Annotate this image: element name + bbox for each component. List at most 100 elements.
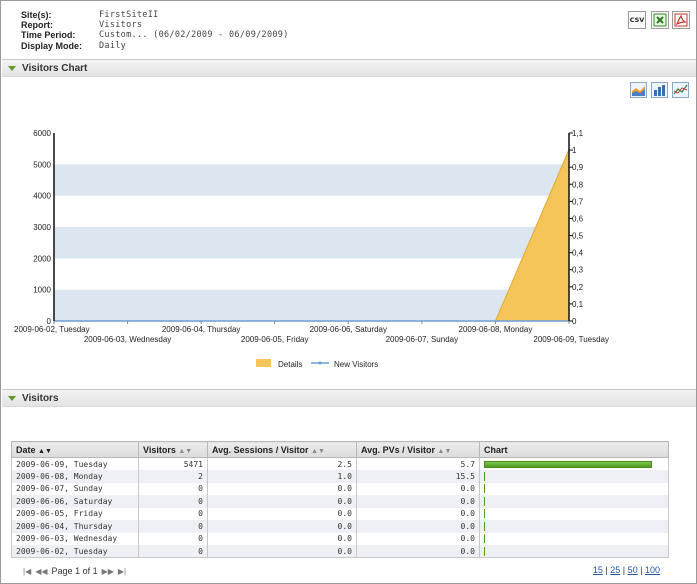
avg-sessions-cell: 1.0 — [207, 470, 357, 483]
date-cell: 2009-06-06, Saturday — [11, 495, 139, 508]
date-cell: 2009-06-05, Friday — [11, 507, 139, 520]
pdf-export-button[interactable] — [672, 11, 690, 29]
visitors-table: Date ▲▼ Visitors ▲▼ Avg. Sessions / Visi… — [11, 441, 669, 558]
report-info: Site(s): FirstSiteII Report: Visitors Time… — [21, 10, 289, 51]
visitors-cell: 0 — [138, 545, 208, 558]
excel-icon — [653, 13, 667, 27]
table-row: 2009-06-07, Sunday 0 0.0 0.0 — [11, 482, 669, 495]
chart-cell — [479, 520, 669, 533]
last-page-icon[interactable]: ▶| — [118, 567, 126, 576]
table-row: 2009-06-06, Saturday 0 0.0 0.0 — [11, 495, 669, 508]
report-frame: Site(s): FirstSiteII Report: Visitors Time… — [0, 0, 697, 584]
collapse-triangle-icon[interactable] — [8, 395, 16, 401]
visitors-cell: 0 — [138, 495, 208, 508]
grid-band — [54, 195, 569, 227]
grid-band — [54, 133, 569, 165]
visitors-cell: 0 — [138, 520, 208, 533]
chart-cell — [479, 495, 669, 508]
date-cell: 2009-06-04, Thursday — [11, 520, 139, 533]
date-cell: 2009-06-02, Tuesday — [11, 545, 139, 558]
avg-sessions-cell: 0.0 — [207, 507, 357, 520]
visitors-bar — [484, 521, 485, 531]
left-axis-tick-label: 6000 — [33, 129, 51, 138]
report-label: Report: — [21, 20, 53, 31]
avg-pvs-cell: 0.0 — [356, 545, 480, 558]
grid-band — [54, 227, 569, 259]
pdf-icon — [674, 13, 688, 27]
avg-pvs-cell: 0.0 — [356, 495, 480, 508]
visitors-bar — [484, 509, 485, 519]
chart-cell — [479, 532, 669, 545]
visitors-chart-section-header[interactable]: Visitors Chart — [2, 59, 696, 77]
right-axis-tick-label: 0,7 — [572, 197, 584, 206]
area-chart-icon[interactable] — [630, 82, 647, 98]
avg-sessions-cell: 0.0 — [207, 520, 357, 533]
left-axis-tick-label: 1000 — [33, 286, 51, 295]
page-size-100[interactable]: 100 — [645, 565, 660, 575]
avg-sessions-cell: 0.0 — [207, 495, 357, 508]
visitors-cell: 0 — [138, 532, 208, 545]
avg-pvs-cell: 0.0 — [356, 507, 480, 520]
right-axis-tick-label: 0,6 — [572, 214, 584, 223]
table-row: 2009-06-08, Monday 2 1.0 15.5 — [11, 470, 669, 483]
right-axis-tick-label: 0,3 — [572, 266, 584, 275]
chart-cell — [479, 457, 669, 470]
mode-label: Display Mode: — [21, 40, 83, 51]
table-row: 2009-06-03, Wednesday 0 0.0 0.0 — [11, 532, 669, 545]
page-size-50[interactable]: 50 — [628, 565, 638, 575]
avg-pvs-column-header[interactable]: Avg. PVs / Visitor ▲▼ — [356, 441, 480, 458]
site-label: Site(s): — [21, 10, 52, 20]
visitors-table-title: Visitors — [22, 392, 59, 404]
page-size-25[interactable]: 25 — [610, 565, 620, 575]
next-page-icon[interactable]: ▶▶ — [102, 567, 114, 576]
avg-pvs-cell: 5.7 — [356, 457, 480, 470]
table-row: 2009-06-05, Friday 0 0.0 0.0 — [11, 507, 669, 520]
grid-band — [54, 258, 569, 290]
right-axis-tick-label: 0,9 — [572, 163, 584, 172]
table-row: 2009-06-09, Tuesday 5471 2.5 5.7 — [11, 457, 669, 470]
legend-new-visitors-label: New Visitors — [334, 360, 378, 369]
table-row: 2009-06-04, Thursday 0 0.0 0.0 — [11, 520, 669, 533]
prev-page-icon[interactable]: ◀◀ — [35, 567, 47, 576]
page-size-15[interactable]: 15 — [593, 565, 603, 575]
visitors-table-section-header[interactable]: Visitors — [2, 389, 696, 407]
period-label: Time Period: — [21, 30, 76, 41]
site-value: FirstSiteII — [99, 10, 159, 20]
date-column-header[interactable]: Date ▲▼ — [11, 441, 139, 458]
avg-sessions-cell: 0.0 — [207, 532, 357, 545]
pager: |◀ ◀◀ Page 1 of 1 ▶▶ ▶| — [23, 566, 126, 576]
date-cell: 2009-06-07, Sunday — [11, 482, 139, 495]
line-chart-icon[interactable] — [672, 82, 689, 98]
chart-cell — [479, 482, 669, 495]
right-axis-tick-label: 0,2 — [572, 283, 584, 292]
first-page-icon[interactable]: |◀ — [23, 567, 31, 576]
left-axis-tick-label: 5000 — [33, 160, 51, 169]
avg-sessions-column-header[interactable]: Avg. Sessions / Visitor ▲▼ — [207, 441, 357, 458]
report-value: Visitors — [99, 20, 143, 31]
bar-chart-icon[interactable] — [651, 82, 668, 98]
avg-sessions-cell: 0.0 — [207, 482, 357, 495]
right-axis-tick-label: 0 — [572, 317, 577, 326]
page-indicator: Page 1 of 1 — [51, 566, 98, 576]
right-axis-tick-label: 1 — [572, 146, 577, 155]
left-axis-tick-label: 3000 — [33, 223, 51, 232]
x-axis-tick-label: 2009-06-09, Tuesday — [533, 335, 609, 344]
avg-sessions-cell: 0.0 — [207, 545, 357, 558]
avg-pvs-cell: 0.0 — [356, 482, 480, 495]
visitors-bar — [484, 484, 485, 494]
excel-export-button[interactable] — [651, 11, 669, 29]
collapse-triangle-icon[interactable] — [8, 65, 16, 71]
x-axis-tick-label: 2009-06-07, Sunday — [386, 335, 459, 344]
x-axis-tick-label: 2009-06-03, Wednesday — [84, 335, 171, 344]
right-axis-tick-label: 0,1 — [572, 300, 584, 309]
left-axis-tick-label: 2000 — [33, 254, 51, 263]
right-axis-tick-label: 0,4 — [572, 249, 584, 258]
x-axis-tick-label: 2009-06-05, Friday — [241, 335, 309, 344]
csv-export-button[interactable]: CSV — [628, 11, 646, 29]
x-axis-tick-label: 2009-06-04, Thursday — [162, 325, 241, 334]
visitors-column-header[interactable]: Visitors ▲▼ — [138, 441, 208, 458]
visitors-bar — [484, 471, 485, 481]
date-cell: 2009-06-09, Tuesday — [11, 457, 139, 470]
visitors-bar — [484, 534, 485, 544]
visitors-cell: 5471 — [138, 457, 208, 470]
